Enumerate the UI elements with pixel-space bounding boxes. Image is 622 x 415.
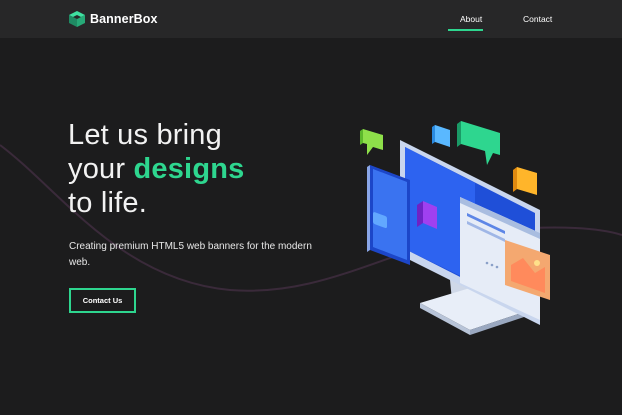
nav-about-link[interactable]: About	[460, 14, 482, 24]
hero-title-accent: designs	[133, 153, 245, 185]
nav-contact-link[interactable]: Contact	[523, 14, 552, 24]
nav-active-indicator	[448, 29, 483, 31]
cube-logo-icon	[69, 11, 85, 27]
brand-logo[interactable]: BannerBox	[68, 9, 158, 29]
brand-name: BannerBox	[90, 12, 158, 26]
contact-us-button[interactable]: Contact Us	[69, 288, 136, 313]
hero-title-line3: to life.	[68, 187, 147, 219]
top-navbar: BannerBox About Contact	[0, 0, 622, 38]
hero-title-line2-prefix: your	[68, 153, 134, 185]
page: BannerBox About Contact Let us bring you…	[0, 0, 622, 415]
monitor-phone-illustration	[360, 121, 550, 335]
hero-title: Let us bring your designs to life.	[68, 118, 328, 220]
hero-title-line1: Let us bring	[68, 119, 222, 151]
hero-subtitle: Creating premium HTML5 web banners for t…	[69, 241, 312, 268]
